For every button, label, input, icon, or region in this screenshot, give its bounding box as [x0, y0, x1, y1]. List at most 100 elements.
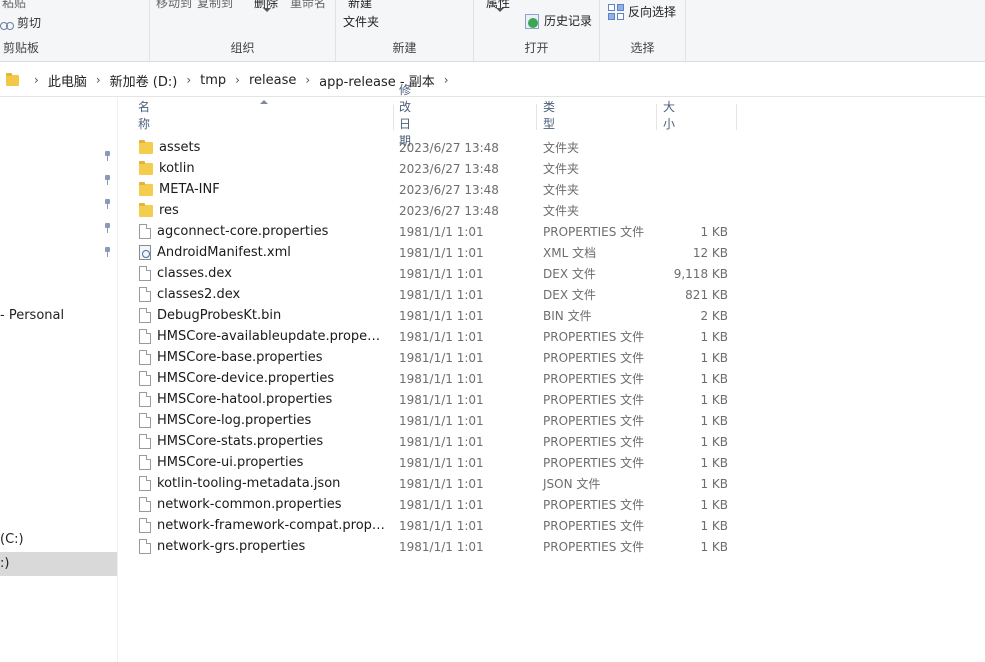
file-name-cell[interactable]: network-framework-compat.properti... [139, 518, 385, 533]
file-name-cell[interactable]: res [139, 203, 385, 218]
file-name-cell[interactable]: HMSCore-hatool.properties [139, 392, 385, 407]
chevron-right-icon[interactable]: › [96, 73, 101, 87]
file-icon [139, 308, 151, 323]
breadcrumb-app-release-copy[interactable]: app-release - 副本 [319, 71, 435, 90]
file-modified-date: 1981/1/1 1:01 [399, 266, 484, 281]
table-row[interactable]: HMSCore-log.properties 1981/1/1 1:01 PROPE… [130, 410, 740, 431]
file-name-cell[interactable]: HMSCore-log.properties [139, 413, 385, 428]
chevron-right-icon[interactable]: › [305, 73, 310, 87]
table-row[interactable]: kotlin-tooling-metadata.json 1981/1/1 1:0… [130, 473, 740, 494]
table-row[interactable]: AndroidManifest.xml 1981/1/1 1:01 XML 文档 12… [130, 242, 740, 263]
file-type: PROPERTIES 文件 [543, 372, 645, 386]
navigation-pane[interactable]: - Personal (C:) :) [0, 98, 118, 662]
table-row[interactable]: network-framework-compat.properti... 1981… [130, 515, 740, 536]
column-header-date[interactable]: 修改日期 [399, 83, 411, 148]
table-row[interactable]: HMSCore-base.properties 1981/1/1 1:01 PROP… [130, 347, 740, 368]
chevron-right-icon[interactable]: › [186, 73, 191, 87]
copy-to-button[interactable]: 复制到 [197, 0, 233, 11]
pin-icon [102, 223, 112, 233]
column-header-type[interactable]: 类型 [543, 98, 555, 132]
file-name-cell[interactable]: network-common.properties [139, 497, 385, 512]
ribbon: 粘贴 剪切 剪贴板 移动到 复制到 删除 重命名 组织 新建 文件夹 新建 属性… [0, 0, 985, 62]
scissors-icon [0, 16, 14, 30]
properties-dropdown-arrow-icon[interactable] [496, 8, 504, 12]
column-divider[interactable] [536, 104, 537, 130]
file-name-cell[interactable]: HMSCore-ui.properties [139, 455, 385, 470]
table-row[interactable]: HMSCore-device.properties 1981/1/1 1:01 PR… [130, 368, 740, 389]
file-name-cell[interactable]: kotlin [139, 161, 385, 176]
file-name-cell[interactable]: network-grs.properties [139, 539, 385, 554]
table-row[interactable]: classes2.dex 1981/1/1 1:01 DEX 文件 821 KB [130, 284, 740, 305]
file-modified-date: 1981/1/1 1:01 [399, 350, 484, 365]
table-row[interactable]: classes.dex 1981/1/1 1:01 DEX 文件 9,118 KB [130, 263, 740, 284]
new-folder-button[interactable]: 文件夹 [343, 13, 379, 30]
nav-item-onedrive-personal[interactable]: - Personal [0, 308, 64, 323]
file-name: HMSCore-base.properties [157, 350, 323, 365]
table-row[interactable]: DebugProbesKt.bin 1981/1/1 1:01 BIN 文件 2 KB [130, 305, 740, 326]
file-name-cell[interactable]: HMSCore-device.properties [139, 371, 385, 386]
table-row[interactable]: assets 2023/6/27 13:48 文件夹 [130, 137, 740, 158]
chevron-right-icon[interactable]: › [235, 73, 240, 87]
nav-item-drive-d[interactable]: :) [0, 556, 9, 571]
cut-button[interactable]: 剪切 [0, 14, 41, 31]
chevron-right-icon[interactable]: › [34, 73, 39, 87]
history-label: 历史记录 [544, 14, 593, 28]
move-to-button[interactable]: 移动到 [156, 0, 192, 11]
table-row[interactable]: META-INF 2023/6/27 13:48 文件夹 [130, 179, 740, 200]
file-name-cell[interactable]: agconnect-core.properties [139, 224, 385, 239]
file-name: classes2.dex [157, 287, 241, 302]
file-name-cell[interactable]: AndroidManifest.xml [139, 245, 385, 260]
file-name: HMSCore-availableupdate.properties [157, 329, 385, 344]
file-name: classes.dex [157, 266, 232, 281]
table-row[interactable]: HMSCore-hatool.properties 1981/1/1 1:01 PR… [130, 389, 740, 410]
breadcrumb-tmp[interactable]: tmp [200, 73, 226, 88]
history-button[interactable]: 历史记录 [524, 12, 592, 29]
file-type: PROPERTIES 文件 [543, 498, 645, 512]
file-size: 2 KB [700, 308, 728, 323]
table-row[interactable]: HMSCore-ui.properties 1981/1/1 1:01 PROPER… [130, 452, 740, 473]
file-size: 1 KB [700, 539, 728, 554]
table-row[interactable]: agconnect-core.properties 1981/1/1 1:01 PR… [130, 221, 740, 242]
file-name-cell[interactable]: DebugProbesKt.bin [139, 308, 385, 323]
file-icon [139, 413, 151, 428]
table-row[interactable]: HMSCore-availableupdate.properties 1981/1… [130, 326, 740, 347]
breadcrumb-this-pc[interactable]: 此电脑 [48, 71, 87, 90]
file-type: XML 文档 [543, 246, 597, 260]
column-divider[interactable] [656, 104, 657, 130]
file-name-cell[interactable]: classes.dex [139, 266, 385, 281]
address-bar[interactable]: › 此电脑 › 新加卷 (D:) › tmp › release › app-r… [0, 64, 985, 97]
file-icon [139, 476, 151, 491]
file-name: network-common.properties [157, 497, 342, 512]
table-row[interactable]: res 2023/6/27 13:48 文件夹 [130, 200, 740, 221]
table-row[interactable]: network-common.properties 1981/1/1 1:01 PR… [130, 494, 740, 515]
file-name-cell[interactable]: kotlin-tooling-metadata.json [139, 476, 385, 491]
breadcrumb-drive-d[interactable]: 新加卷 (D:) [110, 71, 178, 90]
table-row[interactable]: kotlin 2023/6/27 13:48 文件夹 [130, 158, 740, 179]
file-type: PROPERTIES 文件 [543, 540, 645, 554]
column-divider[interactable] [736, 104, 737, 130]
column-divider[interactable] [393, 104, 394, 130]
nav-item-drive-d-selected[interactable] [0, 552, 117, 576]
file-name: META-INF [159, 182, 220, 197]
folder-icon [139, 203, 153, 217]
breadcrumb-release[interactable]: release [249, 73, 296, 88]
select-group-label: 选择 [630, 41, 655, 55]
nav-item-drive-c[interactable]: (C:) [0, 532, 24, 547]
file-name-cell[interactable]: HMSCore-base.properties [139, 350, 385, 365]
file-name-cell[interactable]: assets [139, 140, 385, 155]
paste-button[interactable]: 粘贴 [2, 0, 26, 11]
file-name-cell[interactable]: classes2.dex [139, 287, 385, 302]
table-row[interactable]: HMSCore-stats.properties 1981/1/1 1:01 PRO… [130, 431, 740, 452]
delete-dropdown-arrow-icon[interactable] [263, 8, 271, 12]
rename-button[interactable]: 重命名 [290, 0, 326, 11]
chevron-right-icon[interactable]: › [444, 73, 449, 87]
file-name-cell[interactable]: HMSCore-stats.properties [139, 434, 385, 449]
column-header-name[interactable]: 名称 [138, 98, 150, 132]
file-name-cell[interactable]: META-INF [139, 182, 385, 197]
table-row[interactable]: network-grs.properties 1981/1/1 1:01 PROPE… [130, 536, 740, 557]
file-name-cell[interactable]: HMSCore-availableupdate.properties [139, 329, 385, 344]
pin-icon [102, 247, 112, 257]
column-header-size[interactable]: 大小 [663, 98, 675, 132]
invert-selection-button[interactable]: 反向选择 [608, 3, 676, 20]
new-item-button[interactable]: 新建 [348, 0, 372, 11]
